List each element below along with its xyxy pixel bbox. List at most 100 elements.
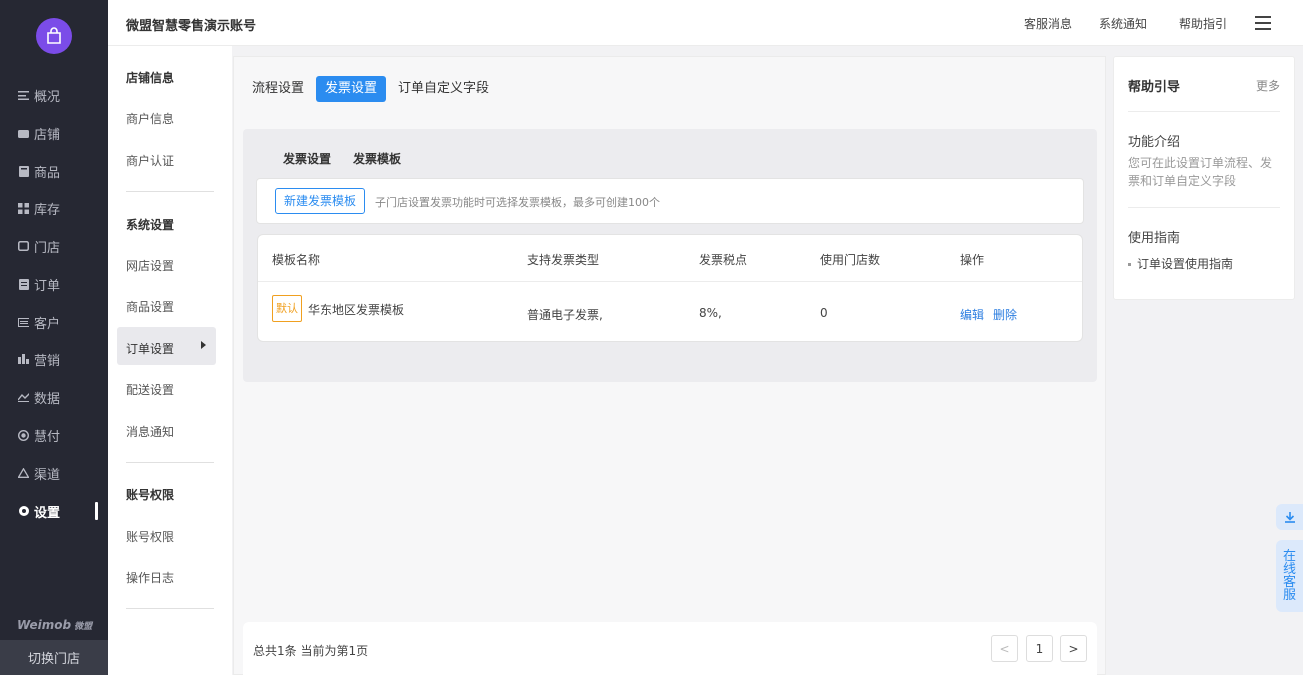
template-hint-text: 子门店设置发票功能时可选择发票模板，最多可创建100个 <box>375 196 660 209</box>
help-guide-title: 使用指南 <box>1128 231 1181 246</box>
prev-page-button[interactable]: < <box>991 635 1018 662</box>
main-content: 流程设置 发票设置 订单自定义字段 发票设置 发票模板 新建发票模板 子门店设置… <box>233 56 1106 675</box>
system-notice-link[interactable]: 系统通知 <box>1099 15 1147 32</box>
pagination-bar: 总共1条 当前为第1页 < 1 > <box>243 622 1097 675</box>
new-invoice-template-button[interactable]: 新建发票模板 <box>275 188 366 214</box>
column-header: 发票税点 <box>699 253 748 267</box>
submenu-divider <box>126 608 214 609</box>
column-header: 使用门店数 <box>820 253 881 267</box>
help-divider <box>1128 111 1280 112</box>
bullet-icon <box>1128 263 1131 266</box>
submenu-divider <box>126 462 214 463</box>
subtab-invoice-settings[interactable]: 发票设置 <box>283 150 331 167</box>
menu-lines-icon <box>18 90 29 101</box>
nav-item-marketing[interactable]: 营销 <box>0 340 108 378</box>
nav-item-label: 门店 <box>34 240 61 256</box>
submenu-item-account-permission[interactable]: 账号权限 <box>126 528 174 545</box>
nav-item-settings[interactable]: 设置 <box>0 492 108 530</box>
online-service-button[interactable]: 在线客服 <box>1276 540 1303 612</box>
help-guide-link[interactable]: 帮助指引 <box>1179 15 1227 32</box>
nav-item-label: 库存 <box>34 202 61 218</box>
nav-item-label: 商品 <box>34 165 61 181</box>
channel-icon <box>18 468 29 479</box>
nav-item-inventory[interactable]: 库存 <box>0 189 108 227</box>
submenu-group-title: 系统设置 <box>126 218 175 232</box>
tab-invoice-settings[interactable]: 发票设置 <box>316 76 387 102</box>
invoice-panel: 发票设置 发票模板 新建发票模板 子门店设置发票功能时可选择发票模板，最多可创建… <box>243 129 1097 382</box>
submenu-item-goods-settings[interactable]: 商品设置 <box>126 298 174 315</box>
hamburger-menu-icon[interactable] <box>1255 16 1271 30</box>
tab-flow-settings[interactable]: 流程设置 <box>243 76 313 102</box>
nav-item-shop[interactable]: 门店 <box>0 227 108 265</box>
nav-item-store[interactable]: 店铺 <box>0 114 108 152</box>
customer-message-link[interactable]: 客服消息 <box>1024 15 1072 32</box>
template-action-bar: 新建发票模板 子门店设置发票功能时可选择发票模板，最多可创建100个 <box>256 178 1084 224</box>
table-header-divider <box>258 281 1082 282</box>
bar-chart-icon <box>18 354 29 365</box>
help-more-link[interactable]: 更多 <box>1256 77 1280 94</box>
pay-circle-icon <box>18 429 29 441</box>
online-service-label: 在线客服 <box>1283 549 1297 603</box>
submenu-item-notifications[interactable]: 消息通知 <box>126 423 174 440</box>
template-table: 模板名称 支持发票类型 发票税点 使用门店数 操作 默认 华东地区发票模板 普通… <box>257 234 1083 342</box>
submenu-item-order-settings[interactable]: 订单设置 <box>126 340 174 357</box>
download-icon[interactable] <box>1276 504 1303 530</box>
pagination-summary: 总共1条 当前为第1页 <box>253 644 369 658</box>
submenu-arrow-icon <box>201 341 206 349</box>
submenu-item-merchant-info[interactable]: 商户信息 <box>126 110 174 127</box>
store-count-cell: 0 <box>820 306 828 320</box>
nav-item-label: 数据 <box>34 391 61 407</box>
nav-item-label: 营销 <box>34 353 61 369</box>
switch-store-button[interactable]: 切换门店 <box>0 640 108 675</box>
edit-link[interactable]: 编辑 <box>960 306 984 323</box>
brand-logo: Weimob 微盟 <box>17 618 93 632</box>
shop-icon <box>18 241 29 252</box>
submenu-item-delivery[interactable]: 配送设置 <box>126 381 174 398</box>
nav-item-label: 慧付 <box>34 429 61 445</box>
page-number-button[interactable]: 1 <box>1026 635 1053 662</box>
nav-item-pay[interactable]: 慧付 <box>0 416 108 454</box>
nav-item-label: 概况 <box>34 89 61 105</box>
tax-rate-cell: 8%, <box>699 306 722 320</box>
template-name-cell: 华东地区发票模板 <box>308 303 405 317</box>
help-intro-title: 功能介绍 <box>1128 135 1181 150</box>
order-list-icon <box>18 278 29 290</box>
help-title: 帮助引导 <box>1128 80 1181 95</box>
nav-item-label: 店铺 <box>34 127 61 143</box>
nav-item-label: 客户 <box>34 316 61 332</box>
nav-item-label: 渠道 <box>34 467 61 483</box>
help-intro-text: 您可在此设置订单流程、发票和订单自定义字段 <box>1128 156 1273 188</box>
nav-item-label: 订单 <box>34 278 61 294</box>
nav-item-overview[interactable]: 概况 <box>0 76 108 114</box>
settings-submenu: 店铺信息 商户信息 商户认证 系统设置 网店设置 商品设置 订单设置 配送设置 … <box>108 46 232 675</box>
submenu-item-operation-log[interactable]: 操作日志 <box>126 569 174 586</box>
line-chart-icon <box>18 392 29 403</box>
submenu-group-title: 店铺信息 <box>126 71 175 85</box>
column-header: 模板名称 <box>272 253 321 267</box>
account-name: 微盟智慧零售演示账号 <box>126 19 257 34</box>
subtab-invoice-template[interactable]: 发票模板 <box>353 150 401 167</box>
tab-custom-fields[interactable]: 订单自定义字段 <box>389 76 498 102</box>
nav-item-label: 设置 <box>34 505 61 521</box>
delete-link[interactable]: 删除 <box>993 306 1017 323</box>
top-header: 微盟智慧零售演示账号 客服消息 系统通知 帮助指引 <box>108 0 1303 46</box>
column-header: 操作 <box>960 253 985 267</box>
nav-item-data[interactable]: 数据 <box>0 378 108 416</box>
nav-item-channel[interactable]: 渠道 <box>0 454 108 492</box>
nav-item-order[interactable]: 订单 <box>0 265 108 303</box>
submenu-item-online-store[interactable]: 网店设置 <box>126 257 174 274</box>
next-page-button[interactable]: > <box>1060 635 1087 662</box>
help-guide-link[interactable]: 订单设置使用指南 <box>1128 255 1233 272</box>
gear-icon <box>18 506 29 517</box>
help-divider <box>1128 207 1280 208</box>
inventory-grid-icon <box>18 202 29 214</box>
nav-item-customer[interactable]: 客户 <box>0 303 108 341</box>
store-logo-icon[interactable] <box>36 18 72 54</box>
main-sidebar: 概况 店铺 商品 库存 门店 订单 客户 营销 数据 慧付 渠道 设置 Weim… <box>0 0 108 675</box>
submenu-item-merchant-auth[interactable]: 商户认证 <box>126 152 174 169</box>
store-icon <box>18 128 29 139</box>
column-header: 支持发票类型 <box>527 253 600 267</box>
help-card: 帮助引导 更多 功能介绍 您可在此设置订单流程、发票和订单自定义字段 使用指南 … <box>1113 56 1295 300</box>
nav-item-goods[interactable]: 商品 <box>0 152 108 190</box>
submenu-divider <box>126 191 214 192</box>
